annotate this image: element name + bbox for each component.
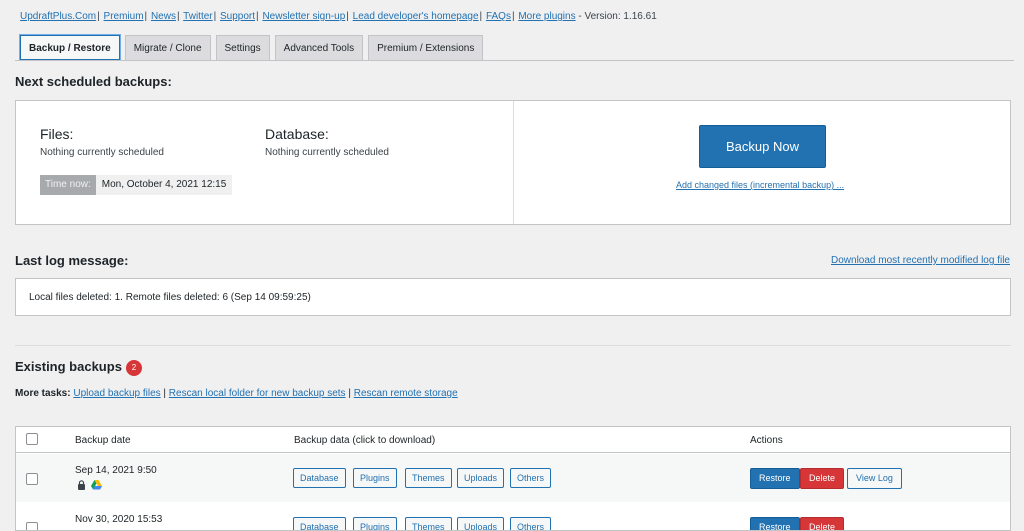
- more-tasks-label: More tasks:: [15, 388, 71, 399]
- tab-migrate-clone[interactable]: Migrate / Clone: [124, 35, 211, 60]
- files-title: Files:: [40, 126, 74, 142]
- time-now-value: Mon, October 4, 2021 12:15: [95, 175, 233, 195]
- link-news[interactable]: News: [151, 11, 176, 22]
- upload-backup-files-link[interactable]: Upload backup files: [73, 388, 160, 399]
- table-row: Nov 30, 2020 15:53 Database Plugins Them…: [16, 503, 1010, 530]
- top-links: UpdraftPlus.Com| Premium| News| Twitter|…: [20, 11, 657, 22]
- row-checkbox[interactable]: [26, 473, 38, 485]
- download-others-button[interactable]: Others: [510, 517, 552, 530]
- rescan-remote-link[interactable]: Rescan remote storage: [354, 388, 458, 399]
- incremental-backup-link[interactable]: Add changed files (incremental backup) .…: [676, 180, 844, 190]
- link-premium[interactable]: Premium: [104, 11, 144, 22]
- table-row: Sep 14, 2021 9:50 Database Plugins Theme…: [16, 454, 1010, 502]
- restore-button[interactable]: Restore: [750, 468, 800, 489]
- more-tasks: More tasks: Upload backup files | Rescan…: [15, 388, 458, 399]
- storage-icons: [77, 480, 102, 490]
- backup-count-badge: 2: [125, 359, 142, 376]
- link-lead-developer[interactable]: Lead developer's homepage: [353, 11, 479, 22]
- row-checkbox[interactable]: [26, 522, 38, 530]
- header-backup-data: Backup data (click to download): [294, 435, 436, 446]
- download-others-button[interactable]: Others: [510, 468, 552, 488]
- download-plugins-button[interactable]: Plugins: [353, 517, 397, 530]
- header-backup-date: Backup date: [75, 435, 131, 446]
- nav-tabs: Backup / Restore Migrate / Clone Setting…: [20, 35, 484, 60]
- download-database-button[interactable]: Database: [293, 468, 346, 488]
- backups-table: Backup date Backup data (click to downlo…: [15, 426, 1011, 531]
- tab-backup-restore[interactable]: Backup / Restore: [20, 35, 120, 60]
- download-themes-button[interactable]: Themes: [405, 517, 452, 530]
- download-uploads-button[interactable]: Uploads: [457, 517, 505, 530]
- schedule-panel: Files: Nothing currently scheduled Datab…: [15, 100, 1011, 225]
- download-themes-button[interactable]: Themes: [405, 468, 452, 488]
- download-plugins-button[interactable]: Plugins: [353, 468, 397, 488]
- tab-settings[interactable]: Settings: [215, 35, 270, 60]
- database-title: Database:: [265, 126, 329, 142]
- time-now-label: Time now:: [40, 175, 96, 195]
- download-log-link[interactable]: Download most recently modified log file: [831, 255, 1010, 266]
- schedule-divider: [513, 101, 514, 224]
- select-all-checkbox[interactable]: [26, 433, 38, 445]
- delete-button[interactable]: Delete: [800, 468, 845, 489]
- log-heading: Last log message:: [15, 253, 129, 268]
- files-status: Nothing currently scheduled: [40, 147, 164, 158]
- tab-premium-extensions[interactable]: Premium / Extensions: [368, 35, 484, 60]
- backup-now-button[interactable]: Backup Now: [699, 125, 826, 168]
- backup-date: Sep 14, 2021 9:50: [75, 465, 157, 476]
- restore-button[interactable]: Restore: [750, 517, 800, 530]
- link-updraftplus[interactable]: UpdraftPlus.Com: [20, 11, 96, 22]
- schedule-heading: Next scheduled backups:: [15, 74, 172, 89]
- time-now: Time now: Mon, October 4, 2021 12:15: [40, 175, 233, 195]
- existing-backups-heading: Existing backups 2: [15, 359, 142, 376]
- link-support[interactable]: Support: [220, 11, 255, 22]
- backup-date: Nov 30, 2020 15:53: [75, 514, 163, 525]
- version-text: - Version: 1.16.61: [578, 11, 657, 22]
- lock-icon: [78, 480, 85, 490]
- google-drive-icon: [91, 480, 102, 490]
- tab-advanced-tools[interactable]: Advanced Tools: [274, 35, 364, 60]
- download-uploads-button[interactable]: Uploads: [457, 468, 505, 488]
- section-divider: [15, 345, 1011, 346]
- link-more-plugins[interactable]: More plugins: [518, 11, 575, 22]
- tab-divider: [15, 60, 1014, 61]
- link-faqs[interactable]: FAQs: [486, 11, 511, 22]
- header-actions: Actions: [750, 435, 783, 446]
- log-panel: Local files deleted: 1. Remote files del…: [15, 278, 1011, 316]
- rescan-local-link[interactable]: Rescan local folder for new backup sets: [169, 388, 346, 399]
- table-header: Backup date Backup data (click to downlo…: [16, 427, 1010, 453]
- existing-backups-title: Existing backups: [15, 359, 122, 374]
- link-newsletter[interactable]: Newsletter sign-up: [262, 11, 345, 22]
- view-log-button[interactable]: View Log: [847, 468, 902, 489]
- link-twitter[interactable]: Twitter: [183, 11, 212, 22]
- delete-button[interactable]: Delete: [800, 517, 845, 530]
- database-status: Nothing currently scheduled: [265, 147, 389, 158]
- download-database-button[interactable]: Database: [293, 517, 346, 530]
- log-message: Local files deleted: 1. Remote files del…: [29, 292, 311, 303]
